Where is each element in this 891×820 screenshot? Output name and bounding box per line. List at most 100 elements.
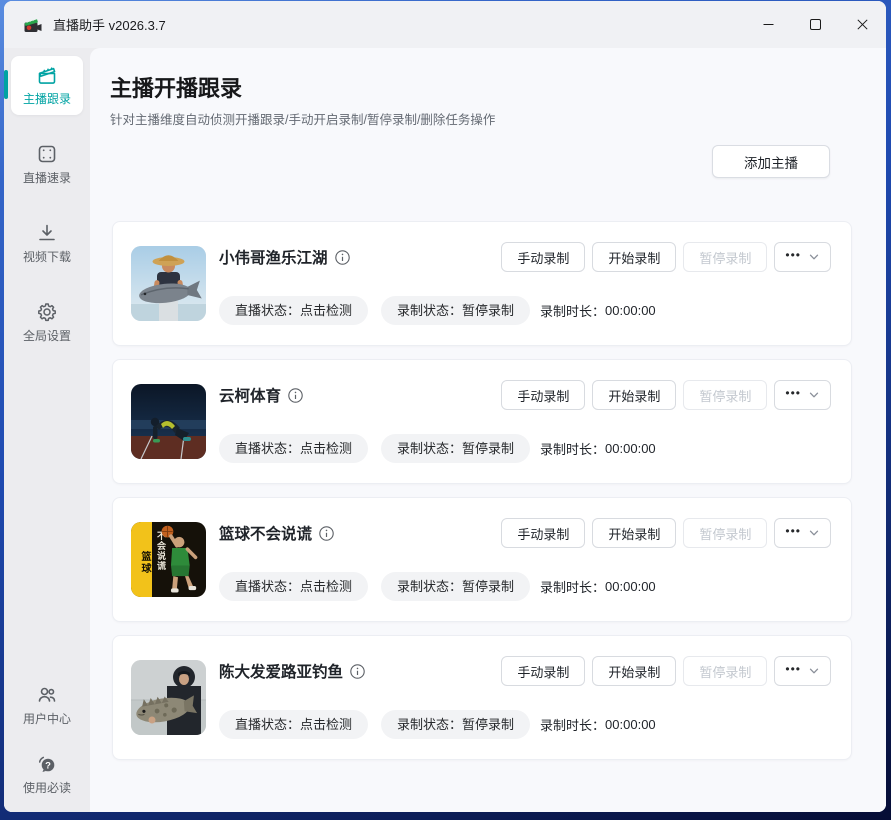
ellipsis-icon: ••• bbox=[785, 525, 801, 537]
download-icon bbox=[35, 221, 59, 245]
toolbar: 添加主播 bbox=[110, 145, 886, 178]
streamer-name: 小伟哥渔乐江湖 bbox=[219, 246, 328, 268]
page-title: 主播开播跟录 bbox=[110, 74, 886, 104]
chevron-down-icon bbox=[808, 665, 820, 677]
live-status-badge[interactable]: 直播状态：点击检测 bbox=[219, 434, 368, 463]
more-options-button[interactable]: ••• bbox=[774, 242, 831, 272]
sidebar-item-user-center[interactable]: 用户中心 bbox=[11, 676, 83, 735]
duration-label: 录制时长： bbox=[540, 577, 605, 596]
close-button[interactable] bbox=[839, 1, 886, 48]
streamer-card: 陈大发爱路亚钓鱼 手动录制 开始录制 暂停录制 ••• bbox=[112, 635, 852, 760]
desktop-background: { "window": { "title": "直播助手 v2026.3.7" … bbox=[0, 0, 891, 820]
sidebar-item-label: 全局设置 bbox=[23, 329, 71, 344]
live-status-badge[interactable]: 直播状态：点击检测 bbox=[219, 296, 368, 325]
pause-record-button[interactable]: 暂停录制 bbox=[683, 242, 767, 272]
ellipsis-icon: ••• bbox=[785, 663, 801, 675]
duration-value: 00:00:00 bbox=[605, 579, 656, 594]
film-frame-icon bbox=[35, 142, 59, 166]
main-content: 主播开播跟录 针对主播维度自动侦测开播跟录/手动开启录制/暂停录制/删除任务操作… bbox=[90, 48, 886, 812]
manual-record-button[interactable]: 手动录制 bbox=[501, 380, 585, 410]
duration-label: 录制时长： bbox=[540, 439, 605, 458]
record-status-badge: 录制状态：暂停录制 bbox=[381, 710, 530, 739]
record-status-badge: 录制状态：暂停录制 bbox=[381, 434, 530, 463]
streamer-name: 陈大发爱路亚钓鱼 bbox=[219, 660, 343, 682]
svg-text:?: ? bbox=[45, 761, 51, 772]
page-subtitle: 针对主播维度自动侦测开播跟录/手动开启录制/暂停录制/删除任务操作 bbox=[110, 112, 886, 129]
live-status-badge[interactable]: 直播状态：点击检测 bbox=[219, 710, 368, 739]
duration-label: 录制时长： bbox=[540, 715, 605, 734]
duration-value: 00:00:00 bbox=[605, 717, 656, 732]
pause-record-button[interactable]: 暂停录制 bbox=[683, 380, 767, 410]
info-icon[interactable] bbox=[288, 388, 303, 403]
manual-record-button[interactable]: 手动录制 bbox=[501, 518, 585, 548]
streamer-list: 小伟哥渔乐江湖 手动录制 开始录制 暂停录制 ••• bbox=[110, 221, 886, 760]
start-record-button[interactable]: 开始录制 bbox=[592, 656, 676, 686]
record-status-badge: 录制状态：暂停录制 bbox=[381, 296, 530, 325]
maximize-button[interactable] bbox=[792, 1, 839, 48]
sidebar-item-help[interactable]: ? 使用必读 bbox=[11, 745, 83, 804]
more-options-button[interactable]: ••• bbox=[774, 380, 831, 410]
sidebar-item-label: 主播跟录 bbox=[23, 92, 71, 107]
sidebar-item-label: 用户中心 bbox=[23, 712, 71, 727]
manual-record-button[interactable]: 手动录制 bbox=[501, 656, 585, 686]
record-duration: 录制时长：00:00:00 bbox=[540, 301, 656, 320]
more-options-button[interactable]: ••• bbox=[774, 656, 831, 686]
duration-label: 录制时长： bbox=[540, 301, 605, 320]
sidebar-item-global-settings[interactable]: 全局设置 bbox=[11, 293, 83, 352]
pause-record-button[interactable]: 暂停录制 bbox=[683, 656, 767, 686]
ellipsis-icon: ••• bbox=[785, 387, 801, 399]
sidebar-item-label: 直播速录 bbox=[23, 171, 71, 186]
minimize-icon bbox=[763, 19, 774, 30]
add-streamer-button[interactable]: 添加主播 bbox=[712, 145, 830, 178]
start-record-button[interactable]: 开始录制 bbox=[592, 380, 676, 410]
record-duration: 录制时长：00:00:00 bbox=[540, 577, 656, 596]
avatar-side-text: 篮球 bbox=[131, 522, 152, 597]
active-indicator bbox=[4, 70, 8, 99]
record-status-badge: 录制状态：暂停录制 bbox=[381, 572, 530, 601]
info-icon[interactable] bbox=[350, 664, 365, 679]
sidebar-item-quick-record[interactable]: 直播速录 bbox=[11, 135, 83, 194]
users-icon bbox=[35, 683, 59, 707]
streamer-avatar-fisherman bbox=[131, 246, 206, 321]
chevron-down-icon bbox=[808, 527, 820, 539]
app-title: 直播助手 v2026.3.7 bbox=[53, 15, 166, 34]
app-window: 直播助手 v2026.3.7 bbox=[4, 1, 886, 812]
record-duration: 录制时长：00:00:00 bbox=[540, 715, 656, 734]
info-icon[interactable] bbox=[319, 526, 334, 541]
duration-value: 00:00:00 bbox=[605, 303, 656, 318]
streamer-card: 篮球 不会说谎 bbox=[112, 497, 852, 622]
sidebar-item-streamer-record[interactable]: 主播跟录 bbox=[11, 56, 83, 115]
more-options-button[interactable]: ••• bbox=[774, 518, 831, 548]
streamer-avatar-angler bbox=[131, 660, 206, 735]
sidebar: 主播跟录 直播速录 bbox=[4, 48, 90, 812]
main-row: 主播跟录 直播速录 bbox=[4, 48, 886, 812]
minimize-button[interactable] bbox=[745, 1, 792, 48]
close-icon bbox=[857, 19, 868, 30]
gear-icon bbox=[35, 300, 59, 324]
clapperboard-icon bbox=[35, 63, 59, 87]
app-logo-icon bbox=[23, 15, 43, 35]
manual-record-button[interactable]: 手动录制 bbox=[501, 242, 585, 272]
streamer-name: 篮球不会说谎 bbox=[219, 522, 312, 544]
streamer-card: 小伟哥渔乐江湖 手动录制 开始录制 暂停录制 ••• bbox=[112, 221, 852, 346]
live-status-badge[interactable]: 直播状态：点击检测 bbox=[219, 572, 368, 601]
chevron-down-icon bbox=[808, 389, 820, 401]
pause-record-button[interactable]: 暂停录制 bbox=[683, 518, 767, 548]
streamer-card: 云柯体育 手动录制 开始录制 暂停录制 ••• bbox=[112, 359, 852, 484]
chevron-down-icon bbox=[808, 251, 820, 263]
duration-value: 00:00:00 bbox=[605, 441, 656, 456]
streamer-avatar-sprinter bbox=[131, 384, 206, 459]
record-duration: 录制时长：00:00:00 bbox=[540, 439, 656, 458]
sidebar-item-video-download[interactable]: 视频下载 bbox=[11, 214, 83, 273]
start-record-button[interactable]: 开始录制 bbox=[592, 242, 676, 272]
start-record-button[interactable]: 开始录制 bbox=[592, 518, 676, 548]
streamer-avatar-basketball: 篮球 不会说谎 bbox=[131, 522, 206, 597]
ellipsis-icon: ••• bbox=[785, 249, 801, 261]
window-controls bbox=[745, 1, 886, 48]
maximize-icon bbox=[810, 19, 821, 30]
help-bubble-icon: ? bbox=[35, 752, 59, 776]
titlebar: 直播助手 v2026.3.7 bbox=[4, 1, 886, 48]
info-icon[interactable] bbox=[335, 250, 350, 265]
sidebar-item-label: 视频下载 bbox=[23, 250, 71, 265]
streamer-name: 云柯体育 bbox=[219, 384, 281, 406]
